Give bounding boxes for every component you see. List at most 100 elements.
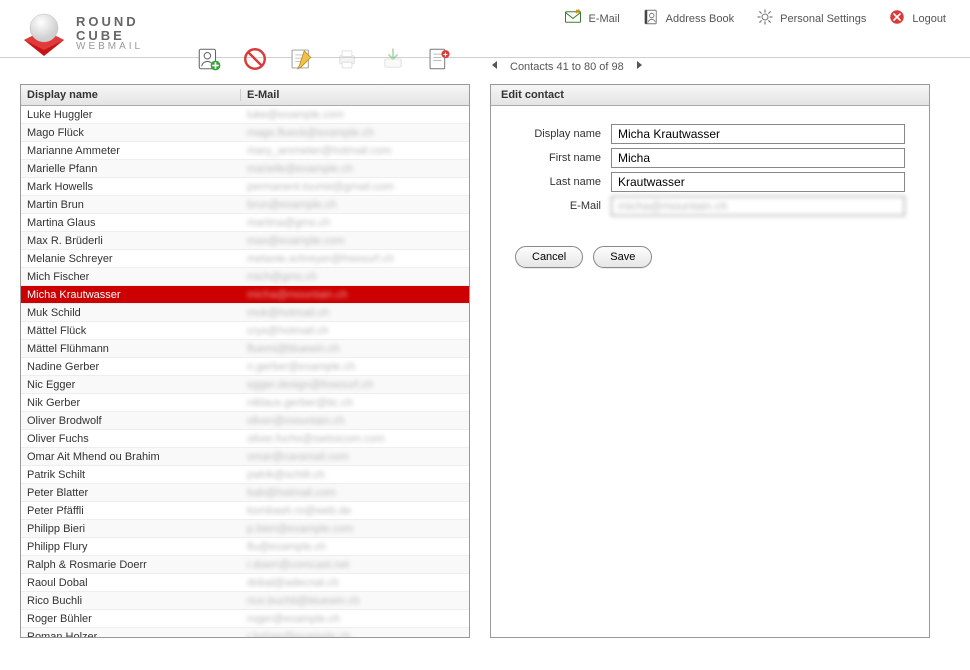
- cell-display-name: Roger Bühler: [21, 613, 241, 625]
- cell-display-name: Mark Howells: [21, 181, 241, 193]
- table-row[interactable]: Mättel Flückcrys@hotmail.ch: [21, 322, 469, 340]
- cell-display-name: Micha Krautwasser: [21, 289, 241, 301]
- cell-email: mago.flueck@example.ch: [241, 127, 469, 139]
- app-logo: ROUND CUBE WEBMAIL: [20, 10, 143, 58]
- edit-panel-title: Edit contact: [491, 85, 929, 106]
- cell-display-name: Patrik Schilt: [21, 469, 241, 481]
- table-row[interactable]: Raoul Dobaldobal@adecnat.ch: [21, 574, 469, 592]
- table-row[interactable]: Mättel Flühmannfluemi@bluewin.ch: [21, 340, 469, 358]
- cell-display-name: Nic Egger: [21, 379, 241, 391]
- table-row[interactable]: Nadine Gerbern.gerber@example.ch: [21, 358, 469, 376]
- label-first-name: First name: [515, 152, 611, 164]
- input-first-name[interactable]: [611, 148, 905, 168]
- export-button[interactable]: [379, 45, 407, 73]
- save-button[interactable]: Save: [593, 246, 652, 268]
- nav-settings[interactable]: Personal Settings: [756, 8, 866, 29]
- cell-email: fluemi@bluewin.ch: [241, 343, 469, 355]
- gear-icon: [756, 8, 774, 29]
- input-display-name[interactable]: [611, 124, 905, 144]
- table-row[interactable]: Micha Krautwassermicha@mountain.ch: [21, 286, 469, 304]
- table-row[interactable]: Roger Bühlerroger@example.ch: [21, 610, 469, 628]
- table-row[interactable]: Philipp Bierip.bieri@example.com: [21, 520, 469, 538]
- table-row[interactable]: Luke Hugglerluke@example.com: [21, 106, 469, 124]
- nav-email[interactable]: E-Mail: [564, 8, 619, 29]
- cell-display-name: Marielle Pfann: [21, 163, 241, 175]
- nav-settings-label: Personal Settings: [780, 13, 866, 25]
- cell-display-name: Martin Brun: [21, 199, 241, 211]
- col-email[interactable]: E-Mail: [241, 89, 469, 101]
- cell-email: mary_ammeter@hotmail.com: [241, 145, 469, 157]
- table-row[interactable]: Oliver Brodwolfoliver@mountain.ch: [21, 412, 469, 430]
- cell-email: omar@caramail.com: [241, 451, 469, 463]
- cell-display-name: Nadine Gerber: [21, 361, 241, 373]
- cell-display-name: Roman Holzer: [21, 631, 241, 638]
- table-row[interactable]: Muk Schildmuk@hotmail.ch: [21, 304, 469, 322]
- cell-email: patrik@schilt.ch: [241, 469, 469, 481]
- table-row[interactable]: Mich Fischermich@gms.ch: [21, 268, 469, 286]
- cell-email: r.holzer@example.ch: [241, 631, 469, 638]
- input-email[interactable]: [611, 196, 905, 216]
- table-row[interactable]: Rico Buchlirico.buchli@bluewin.ch: [21, 592, 469, 610]
- cell-email: rico.buchli@bluewin.ch: [241, 595, 469, 607]
- table-row[interactable]: Mago Flückmago.flueck@example.ch: [21, 124, 469, 142]
- cell-email: bab@hotmail.com: [241, 487, 469, 499]
- delete-contact-button[interactable]: [241, 45, 269, 73]
- contact-rows-container[interactable]: Luke Hugglerluke@example.comMago Flückma…: [21, 106, 469, 637]
- label-last-name: Last name: [515, 176, 611, 188]
- pager-text: Contacts 41 to 80 of 98: [510, 61, 624, 73]
- cell-display-name: Mago Flück: [21, 127, 241, 139]
- table-row[interactable]: Patrik Schiltpatrik@schilt.ch: [21, 466, 469, 484]
- cell-email: marielle@example.ch: [241, 163, 469, 175]
- input-last-name[interactable]: [611, 172, 905, 192]
- table-row[interactable]: Roman Holzerr.holzer@example.ch: [21, 628, 469, 637]
- cell-email: mich@gms.ch: [241, 271, 469, 283]
- cell-email: dobal@adecnat.ch: [241, 577, 469, 589]
- compose-to-contact-button[interactable]: [287, 45, 315, 73]
- brand-line1: ROUND: [76, 15, 143, 29]
- table-row[interactable]: Peter Pfäfflikombash.ro@web.de: [21, 502, 469, 520]
- cell-email: n.gerber@example.ch: [241, 361, 469, 373]
- table-row[interactable]: Ralph & Rosmarie Doerrr.doerr@comcast.ne…: [21, 556, 469, 574]
- cancel-button[interactable]: Cancel: [515, 246, 583, 268]
- cell-email: oliver.fuchs@swisscom.com: [241, 433, 469, 445]
- table-row[interactable]: Max R. Brüderlimax@example.com: [21, 232, 469, 250]
- logout-icon: [888, 8, 906, 29]
- cell-email: brun@example.ch: [241, 199, 469, 211]
- table-row[interactable]: Philipp Fluryflu@example.ch: [21, 538, 469, 556]
- table-row[interactable]: Omar Ait Mhend ou Brahimomar@caramail.co…: [21, 448, 469, 466]
- pager-next[interactable]: [634, 60, 644, 73]
- roundcube-logo-icon: [20, 10, 68, 58]
- table-row[interactable]: Melanie Schreyermelanie.schreyer@freesur…: [21, 250, 469, 268]
- nav-email-label: E-Mail: [588, 13, 619, 25]
- table-row[interactable]: Oliver Fuchsoliver.fuchs@swisscom.com: [21, 430, 469, 448]
- cell-display-name: Melanie Schreyer: [21, 253, 241, 265]
- cell-display-name: Muk Schild: [21, 307, 241, 319]
- brand-line3: WEBMAIL: [76, 42, 143, 53]
- nav-addressbook[interactable]: Address Book: [642, 8, 734, 29]
- cell-email: roger@example.ch: [241, 613, 469, 625]
- table-row[interactable]: Martina Glausmartina@gms.ch: [21, 214, 469, 232]
- contact-list-panel: Display name E-Mail Luke Hugglerluke@exa…: [20, 84, 470, 638]
- table-row[interactable]: Peter Blatterbab@hotmail.com: [21, 484, 469, 502]
- cell-email: kombash.ro@web.de: [241, 505, 469, 517]
- import-button[interactable]: ✚: [425, 45, 453, 73]
- print-button[interactable]: [333, 45, 361, 73]
- table-row[interactable]: Mark Howellspermanent.tourist@gmail.com: [21, 178, 469, 196]
- new-contact-button[interactable]: [195, 45, 223, 73]
- cell-email: r.doerr@comcast.net: [241, 559, 469, 571]
- table-row[interactable]: Nik Gerberniklaus.gerber@tic.ch: [21, 394, 469, 412]
- edit-contact-panel: Edit contact Display name First name Las…: [490, 84, 930, 638]
- cell-email: oliver@mountain.ch: [241, 415, 469, 427]
- col-display-name[interactable]: Display name: [21, 89, 241, 101]
- pager-prev[interactable]: [490, 60, 500, 73]
- cell-display-name: Mättel Flühmann: [21, 343, 241, 355]
- nav-logout[interactable]: Logout: [888, 8, 946, 29]
- table-row[interactable]: Nic Eggeregger.design@freesurf.ch: [21, 376, 469, 394]
- table-row[interactable]: Marianne Ammetermary_ammeter@hotmail.com: [21, 142, 469, 160]
- cell-display-name: Philipp Flury: [21, 541, 241, 553]
- brand-line2: CUBE: [76, 29, 143, 43]
- cell-email: p.bieri@example.com: [241, 523, 469, 535]
- table-row[interactable]: Martin Brunbrun@example.ch: [21, 196, 469, 214]
- table-row[interactable]: Marielle Pfannmarielle@example.ch: [21, 160, 469, 178]
- addressbook-icon: [642, 8, 660, 29]
